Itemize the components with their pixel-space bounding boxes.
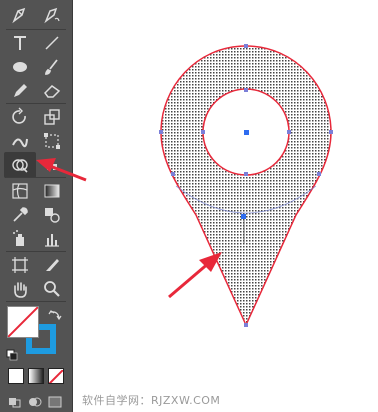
pencil-tool-icon: [14, 84, 27, 97]
free-transform-tool-icon: [44, 133, 60, 149]
paintbrush-tool-icon: [45, 59, 58, 75]
blend-tool-icon: [45, 208, 60, 223]
eraser-tool-icon: [44, 85, 61, 98]
default-colors-icon[interactable]: [6, 346, 18, 361]
screen-mode-icon[interactable]: [48, 393, 62, 408]
line-segment-tool-icon: [45, 36, 59, 50]
eyedropper-tool-button[interactable]: [4, 202, 36, 228]
watermark-text: 软件自学网：RJZXW.COM: [82, 394, 221, 407]
rotate-tool-icon: [12, 107, 26, 124]
scale-tool-icon: [44, 109, 60, 125]
ellipse-tool-button[interactable]: [4, 54, 36, 80]
blend-tool-button[interactable]: [36, 202, 68, 228]
zoom-tool-icon: [44, 281, 60, 297]
center-point-lower: [241, 214, 246, 219]
hand-tool-button[interactable]: [4, 276, 36, 302]
annotation-arrow-toolbar: [36, 158, 87, 182]
curvature-tool-button[interactable]: [36, 2, 68, 28]
fill-swatch[interactable]: [7, 306, 39, 338]
color-mode-button[interactable]: [8, 368, 24, 384]
scale-tool-button[interactable]: [36, 104, 68, 130]
artboard-tool-button[interactable]: [4, 252, 36, 278]
none-slash-icon: [8, 307, 38, 337]
none-mode-button[interactable]: [48, 368, 64, 384]
pencil-tool-button[interactable]: [4, 78, 36, 104]
rotate-tool-button[interactable]: [4, 104, 36, 130]
artboard-canvas[interactable]: [73, 0, 378, 412]
curvature-tool-icon: [44, 7, 60, 24]
tools-panel: [0, 0, 73, 412]
ellipse-tool-icon: [13, 62, 27, 72]
line-segment-tool-button[interactable]: [36, 30, 68, 56]
eyedropper-tool-icon: [13, 207, 28, 222]
draw-normal-icon[interactable]: [8, 393, 22, 408]
column-graph-tool-icon: [45, 234, 59, 247]
column-graph-tool-button[interactable]: [36, 226, 68, 252]
type-tool-icon: [14, 36, 26, 50]
pen-tool-icon: [12, 7, 26, 24]
width-tool-icon: [12, 138, 28, 148]
gradient-mode-button[interactable]: [28, 368, 44, 384]
center-point: [244, 130, 249, 135]
paintbrush-tool-button[interactable]: [36, 54, 68, 80]
pen-tool-button[interactable]: [4, 2, 36, 28]
shape-builder-tool-icon: [12, 159, 28, 173]
symbol-sprayer-tool-icon: [13, 230, 24, 246]
type-tool-button[interactable]: [4, 30, 36, 56]
slice-tool-icon: [46, 259, 59, 271]
slice-tool-button[interactable]: [36, 252, 68, 278]
mesh-tool-icon: [12, 183, 28, 199]
zoom-tool-button[interactable]: [36, 276, 68, 302]
swap-fill-stroke-icon[interactable]: [48, 307, 62, 321]
hand-tool-icon: [14, 282, 27, 298]
artboard-tool-icon: [12, 257, 28, 273]
eraser-tool-button[interactable]: [36, 78, 68, 104]
annotation-arrow-canvas: [168, 252, 222, 299]
symbol-sprayer-tool-button[interactable]: [4, 226, 36, 252]
draw-behind-icon[interactable]: [28, 393, 42, 407]
